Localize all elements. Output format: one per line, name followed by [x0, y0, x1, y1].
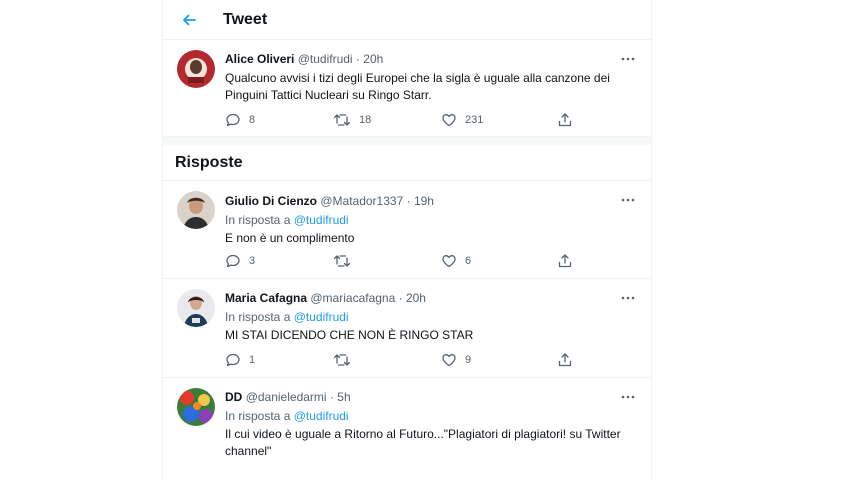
reply-prefix: In risposta a — [225, 213, 291, 227]
author-name[interactable]: Alice Oliveri — [225, 52, 294, 66]
reply-count: 8 — [249, 114, 256, 126]
tweet-text: MI STAI DICENDO CHE NON È RINGO STAR — [225, 328, 474, 342]
like-icon — [441, 253, 457, 269]
tweet-meta: Alice Oliveri @tudifrudi · 20h — [225, 51, 637, 67]
reply-button[interactable]: 3 — [225, 252, 255, 270]
reply-tweet[interactable]: Maria Cafagna @mariacafagna · 20h In ris… — [163, 279, 651, 378]
reply-prefix: In risposta a — [225, 310, 291, 324]
share-button[interactable] — [557, 111, 573, 129]
separator-dot: · — [406, 194, 411, 208]
tweet-time[interactable]: 5h — [337, 390, 350, 404]
tweet-column: Tweet Alice Oliveri @tudifrudi · 20h Qua… — [162, 0, 652, 480]
share-icon — [557, 112, 573, 128]
reply-count: 3 — [249, 255, 256, 267]
more-icon[interactable] — [619, 52, 637, 66]
like-count: 6 — [465, 255, 472, 267]
tweet-time[interactable]: 20h — [363, 52, 383, 66]
author-handle[interactable]: @danieledarmi — [246, 390, 327, 404]
reply-count: 1 — [249, 354, 256, 366]
reply-tweet[interactable]: DD @danieledarmi · 5h In risposta a @tud… — [163, 378, 651, 478]
author-name[interactable]: Giulio Di Cienzo — [225, 194, 317, 208]
like-icon — [441, 352, 457, 368]
tweet-text: Qualcuno avvisi i tizi degli Europei che… — [225, 71, 610, 102]
reply-tweet[interactable]: Giulio Di Cienzo @Matador1337 · 19h In r… — [163, 181, 651, 279]
separator-dot: · — [398, 291, 403, 305]
page-header: Tweet — [163, 0, 651, 40]
avatar[interactable] — [177, 289, 215, 327]
tweet-text: Il cui video è uguale a Ritorno al Futur… — [225, 427, 621, 458]
author-handle[interactable]: @Matador1337 — [320, 194, 403, 208]
reply-icon — [225, 352, 241, 368]
like-button[interactable]: 9 — [441, 351, 471, 369]
tweet-actions: 8 18 231 — [225, 111, 575, 129]
like-count: 231 — [465, 114, 484, 126]
reply-button[interactable]: 8 — [225, 111, 255, 129]
like-count: 9 — [465, 354, 472, 366]
share-icon — [557, 253, 573, 269]
reply-icon — [225, 253, 241, 269]
like-button[interactable]: 231 — [441, 111, 483, 129]
more-icon[interactable] — [619, 291, 637, 305]
more-icon[interactable] — [619, 390, 637, 404]
author-handle[interactable]: @mariacafagna — [310, 291, 395, 305]
tweet-meta: DD @danieledarmi · 5h — [225, 389, 637, 405]
reply-context: In risposta a @tudifrudi — [225, 212, 637, 228]
avatar[interactable] — [177, 191, 215, 229]
replies-section-title: Risposte — [175, 153, 243, 171]
tweet-meta: Giulio Di Cienzo @Matador1337 · 19h — [225, 193, 637, 209]
reply-icon — [225, 112, 241, 128]
replies-section-header: Risposte — [163, 137, 651, 181]
like-button[interactable]: 6 — [441, 252, 471, 270]
avatar[interactable] — [177, 50, 215, 88]
like-icon — [441, 112, 457, 128]
author-name[interactable]: Maria Cafagna — [225, 291, 307, 305]
retweet-count: 18 — [359, 114, 372, 126]
page-title: Tweet — [223, 10, 268, 28]
retweet-button[interactable]: 18 — [333, 111, 371, 129]
tweet-actions: 1 9 — [225, 351, 575, 369]
retweet-icon — [333, 112, 351, 128]
retweet-icon — [333, 253, 351, 269]
share-icon — [557, 352, 573, 368]
tweet-text: E non è un complimento — [225, 231, 355, 245]
reply-context: In risposta a @tudifrudi — [225, 309, 637, 325]
share-button[interactable] — [557, 351, 573, 369]
retweet-button[interactable] — [333, 351, 359, 369]
more-icon[interactable] — [619, 193, 637, 207]
reply-context: In risposta a @tudifrudi — [225, 408, 637, 424]
retweet-icon — [333, 352, 351, 368]
tweet-actions: 3 6 — [225, 252, 575, 270]
separator-dot: · — [355, 52, 360, 66]
author-name[interactable]: DD — [225, 390, 242, 404]
reply-to-link[interactable]: @tudifrudi — [294, 409, 349, 423]
reply-to-link[interactable]: @tudifrudi — [294, 310, 349, 324]
separator-dot: · — [329, 390, 334, 404]
main-tweet[interactable]: Alice Oliveri @tudifrudi · 20h Qualcuno … — [163, 40, 651, 137]
share-button[interactable] — [557, 252, 573, 270]
tweet-meta: Maria Cafagna @mariacafagna · 20h — [225, 290, 637, 306]
tweet-time[interactable]: 19h — [414, 194, 434, 208]
retweet-button[interactable] — [333, 252, 359, 270]
reply-to-link[interactable]: @tudifrudi — [294, 213, 349, 227]
avatar[interactable] — [177, 388, 215, 426]
back-arrow-icon[interactable] — [177, 8, 201, 32]
tweet-time[interactable]: 20h — [406, 291, 426, 305]
reply-prefix: In risposta a — [225, 409, 291, 423]
author-handle[interactable]: @tudifrudi — [298, 52, 353, 66]
reply-button[interactable]: 1 — [225, 351, 255, 369]
